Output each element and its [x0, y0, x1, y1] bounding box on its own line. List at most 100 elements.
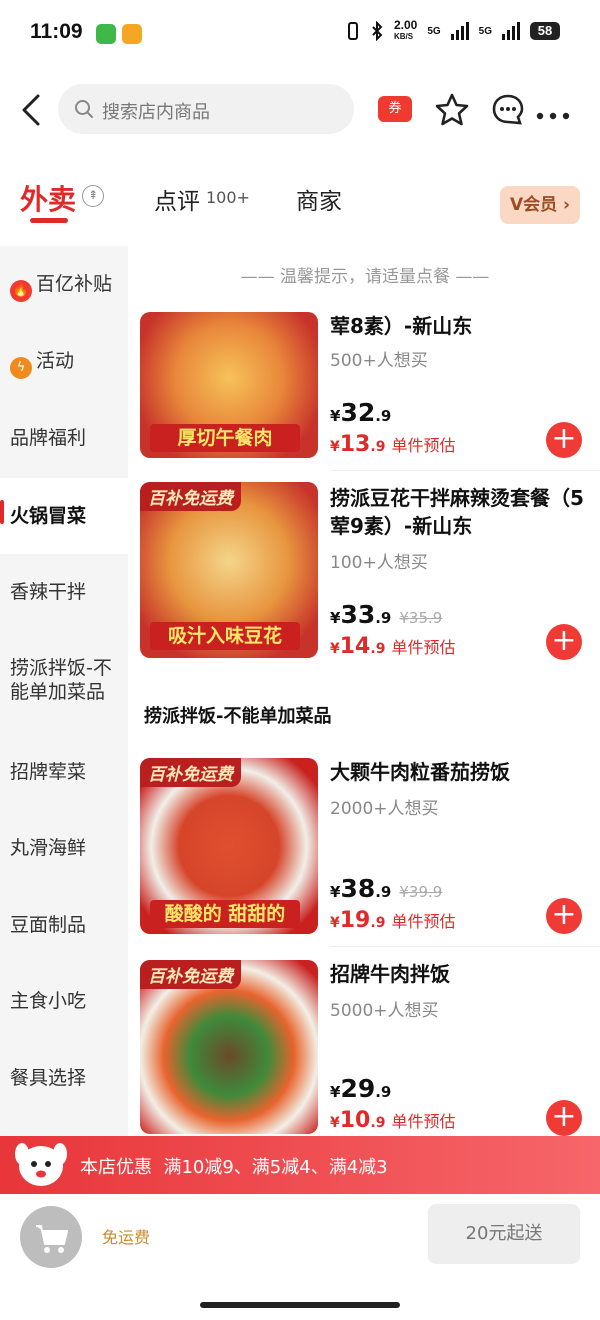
product-image[interactable]: 百补免运费 [140, 960, 318, 1134]
product-image-tag: 百补免运费 [140, 960, 241, 989]
add-to-cart-button[interactable]: + [546, 422, 582, 458]
original-price: ¥35.9 [399, 609, 443, 627]
add-to-cart-button[interactable]: + [546, 624, 582, 660]
product-image[interactable]: 厚切午餐肉 [140, 312, 318, 458]
sidebar-item-label: 丸滑海鲜 [10, 837, 87, 859]
sidebar-item-tableware[interactable]: 餐具选择 [0, 1066, 128, 1090]
estimate-label: 单件预估 [391, 912, 456, 931]
estimate-label: 单件预估 [391, 638, 456, 657]
sidebar-item-staple[interactable]: 主食小吃 [0, 989, 128, 1013]
more-dots-icon [536, 112, 570, 120]
sub-price-int: 10 [339, 1108, 371, 1133]
product-want-count: 500+人想买 [330, 351, 428, 371]
currency-symbol: ¥ [330, 641, 340, 657]
sidebar-item-label: 豆面制品 [10, 914, 87, 936]
product-name[interactable]: 荤8素）-新山东 [330, 312, 590, 340]
currency-symbol: ¥ [330, 915, 340, 931]
currency-symbol: ¥ [330, 407, 341, 425]
back-button[interactable] [14, 90, 50, 130]
sidebar-item-brand[interactable]: 品牌福利 [0, 426, 128, 450]
sidebar-item-meat[interactable]: 招牌荤菜 [0, 760, 128, 784]
estimate-label: 单件预估 [391, 1112, 456, 1131]
sidebar-item-tofu[interactable]: 豆面制品 [0, 913, 128, 937]
sub-price-dec: .9 [370, 915, 386, 931]
vibrate-icon [347, 22, 358, 40]
sidebar-item-label: 香辣干拌 [10, 581, 87, 603]
product-image[interactable]: 百补免运费 吸汁入味豆花 [140, 482, 318, 658]
promo-bar[interactable]: 本店优惠 满10减9、满5减4、满4减3 [0, 1136, 600, 1194]
add-to-cart-button[interactable]: + [546, 1100, 582, 1136]
net-speed-unit: KB/S [393, 32, 414, 41]
sub-price-int: 14 [339, 634, 371, 659]
search-icon [75, 100, 93, 118]
search-input[interactable]: 搜索店内商品 [58, 84, 354, 134]
vip-button[interactable]: V会员 › [500, 186, 580, 224]
bottom-bar: 免运费 20元起送 [0, 1194, 600, 1320]
sidebar-item-seafood[interactable]: 丸滑海鲜 [0, 836, 128, 860]
product-want-count: 5000+人想买 [330, 1001, 439, 1021]
price-dec: .9 [375, 407, 392, 425]
sub-price-int: 19 [339, 908, 371, 933]
currency-symbol: ¥ [330, 1083, 341, 1101]
product-image[interactable]: 百补免运费 酸酸的 甜甜的 [140, 758, 318, 934]
warm-tip: —— 温馨提示，请适量点餐 —— [240, 267, 490, 287]
sub-price-int: 13 [339, 432, 371, 457]
product-image-banner: 吸汁入味豆花 [150, 622, 300, 650]
product-estimated-price: ¥13.9 单件预估 [330, 432, 455, 457]
chevron-left-icon [22, 94, 40, 126]
vip-label: 会员 [523, 195, 558, 215]
net2-label: 5G [478, 25, 492, 37]
divider [330, 946, 600, 947]
customer-service-button[interactable] [490, 92, 526, 132]
tab-merchant[interactable]: 商家 [296, 182, 342, 216]
sidebar-item-subsidy[interactable]: 🔥 百亿补贴 [0, 272, 128, 302]
chat-icon [492, 94, 524, 125]
cart-button[interactable] [20, 1206, 82, 1268]
status-right: 2.00 KB/S 5G 5G 58 [346, 19, 560, 42]
home-indicator[interactable] [200, 1302, 400, 1308]
sidebar-item-label: 招牌荤菜 [10, 761, 87, 783]
promo-rules: 满10减9、满5减4、满4减3 [163, 1157, 388, 1178]
product-price: ¥33.9 ¥35.9 [330, 600, 442, 629]
sidebar-item-label: 主食小吃 [10, 990, 87, 1012]
tab-active-indicator [30, 218, 68, 223]
wallet-app-icon [122, 24, 142, 44]
product-name[interactable]: 招牌牛肉拌饭 [330, 960, 590, 988]
sidebar-item-spicy[interactable]: 香辣干拌 [0, 580, 128, 604]
shopping-cart-icon [36, 1225, 68, 1253]
product-image-banner: 酸酸的 甜甜的 [150, 900, 300, 928]
product-price: ¥29.9 [330, 1074, 391, 1103]
add-to-cart-button[interactable]: + [546, 898, 582, 934]
sidebar-item-label: 百亿补贴 [36, 273, 113, 295]
sidebar-item-label: 捞派拌饭-不能单加菜品 [10, 657, 112, 703]
tab-takeout[interactable]: 外卖 [20, 178, 76, 218]
price-int: 32 [340, 398, 376, 427]
product-image-tag: 百补免运费 [140, 482, 241, 511]
sidebar-item-label: 活动 [36, 350, 75, 372]
coupon-button[interactable]: 券 [378, 96, 412, 122]
product-estimated-price: ¥14.9 单件预估 [330, 634, 455, 659]
tab-reviews[interactable]: 点评 [154, 182, 200, 216]
product-want-count: 100+人想买 [330, 553, 428, 573]
status-time: 11:09 [30, 20, 83, 43]
product-image-tag: 百补免运费 [140, 758, 241, 787]
currency-symbol: ¥ [330, 1115, 340, 1131]
battery-icon: 58 [530, 22, 560, 40]
flame-icon: 🔥 [10, 280, 32, 302]
sidebar-item-rice[interactable]: 捞派拌饭-不能单加菜品 [0, 656, 124, 704]
favorite-button[interactable] [434, 92, 470, 132]
product-name[interactable]: 大颗牛肉粒番茄捞饭 [330, 758, 590, 786]
product-estimated-price: ¥19.9 单件预估 [330, 908, 455, 933]
collapse-icon[interactable]: ⇞ [82, 185, 104, 207]
more-button[interactable] [536, 106, 570, 125]
search-placeholder: 搜索店内商品 [102, 102, 210, 123]
sidebar-item-label: 品牌福利 [10, 427, 87, 449]
promo-title: 本店优惠 [80, 1157, 152, 1178]
message-app-icon [96, 24, 116, 44]
sub-price-dec: .9 [370, 641, 386, 657]
sidebar-item-hotpot[interactable]: 火锅冒菜 [0, 478, 128, 554]
sidebar-item-activity[interactable]: ϟ 活动 [0, 349, 128, 379]
product-name[interactable]: 捞派豆花干拌麻辣烫套餐（5荤9素）-新山东 [330, 484, 590, 540]
min-order-button[interactable]: 20元起送 [428, 1204, 580, 1264]
sidebar-item-label: 餐具选择 [10, 1067, 87, 1089]
